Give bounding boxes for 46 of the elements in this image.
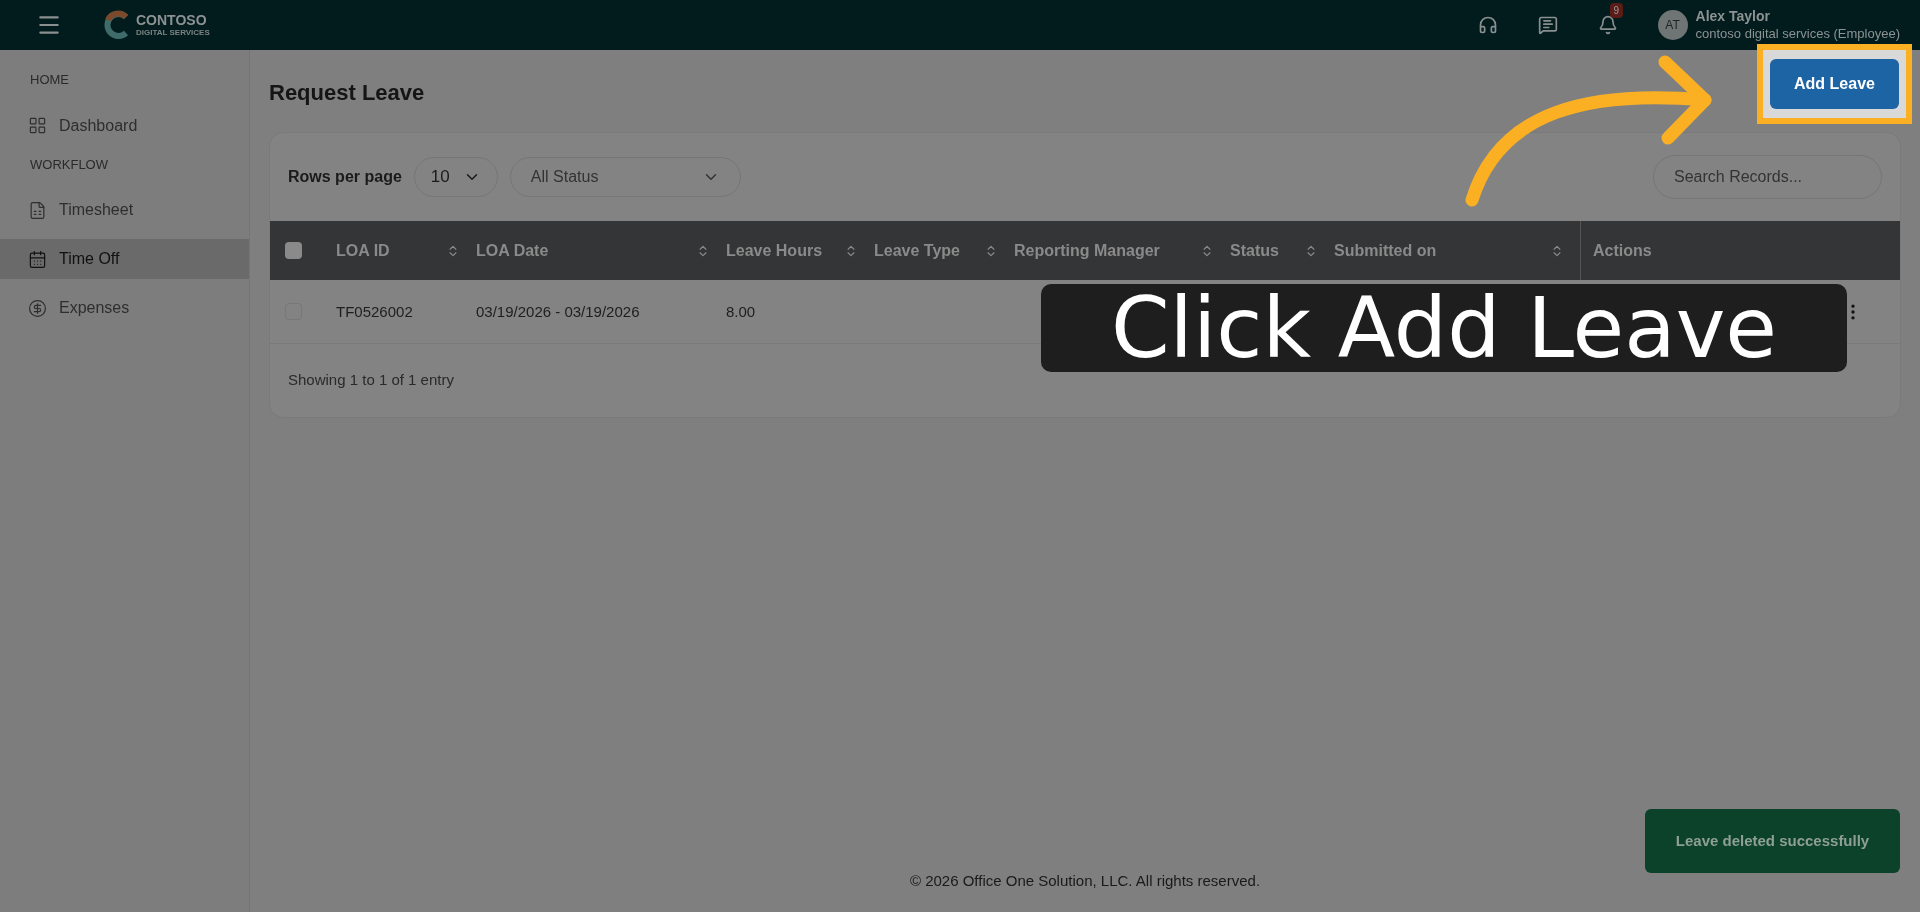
sidebar-item[interactable]: Time Off — [0, 239, 249, 279]
column-header: LOA Date — [476, 240, 549, 261]
sort-icon[interactable] — [1550, 243, 1564, 258]
success-toast: Leave deleted successfully — [1645, 809, 1900, 873]
sort-icon[interactable] — [1304, 243, 1318, 258]
avatar: AT — [1657, 10, 1688, 40]
logo-name: CONTOSO — [136, 13, 208, 27]
sort-icon[interactable] — [984, 243, 998, 258]
page-title: Request Leave — [269, 78, 425, 107]
table-cell: 8.00 — [726, 302, 756, 320]
sidebar-item[interactable]: Expenses — [0, 288, 249, 328]
column-header: Submitted on — [1334, 240, 1437, 261]
sidebar-item[interactable]: Dashboard — [0, 105, 249, 146]
tooltip-callout: Click Add Leave — [1041, 284, 1847, 372]
rows-per-page-label: Rows per page — [288, 167, 402, 187]
calendar-icon — [28, 249, 47, 269]
headset-icon[interactable] — [1477, 15, 1498, 35]
column-header: Reporting Manager — [1014, 240, 1160, 261]
table-cell: 03/19/2026 - 03/19/2026 — [476, 302, 640, 320]
dollar-icon — [28, 298, 47, 318]
column-header: Leave Hours — [726, 240, 823, 261]
grid-icon — [28, 116, 47, 135]
message-icon[interactable] — [1537, 15, 1558, 35]
column-header: Actions — [1593, 240, 1652, 261]
logo-tagline: DIGITAL SERVICES — [136, 29, 210, 37]
search-field[interactable]: Search Records... — [1653, 155, 1882, 199]
header-checkbox[interactable] — [285, 242, 302, 259]
table-cell: TF0526002 — [336, 302, 413, 320]
footer-text: © 2026 Office One Solution, LLC. All rights reserved. — [909, 871, 1261, 891]
notification-badge: 9 — [1609, 3, 1624, 18]
bell-icon[interactable] — [1597, 15, 1618, 35]
entry-summary: Showing 1 to 1 of 1 entry — [288, 370, 454, 391]
sort-icon[interactable] — [696, 243, 710, 258]
spreadsheet-icon — [28, 200, 47, 220]
user-name: Alex Taylor — [1695, 8, 1771, 26]
section-heading: WORKFLOW — [29, 155, 109, 174]
sort-icon[interactable] — [446, 243, 460, 258]
sort-icon[interactable] — [1200, 243, 1214, 258]
section-heading: HOME — [29, 71, 70, 89]
column-header: Leave Type — [874, 240, 960, 261]
sidebar-item[interactable]: Timesheet — [0, 190, 249, 230]
add-leave-button[interactable]: Add Leave — [1770, 59, 1899, 109]
column-header: Status — [1230, 240, 1279, 261]
sort-icon[interactable] — [844, 243, 858, 258]
column-header: LOA ID — [336, 240, 390, 261]
user-organization: contoso digital services (Employee) — [1695, 25, 1900, 42]
